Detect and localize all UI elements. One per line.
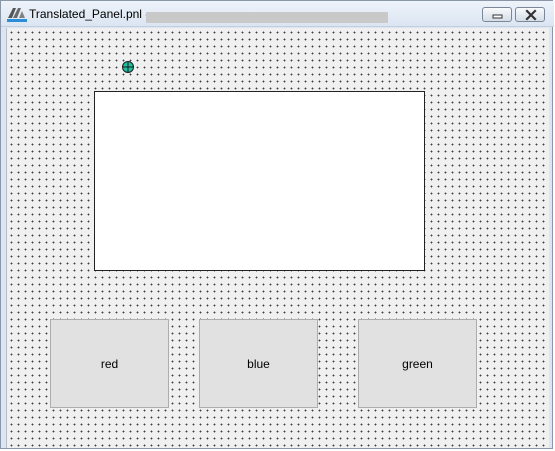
display-rectangle[interactable] — [94, 91, 425, 271]
blue-button[interactable]: blue — [199, 319, 318, 408]
red-button[interactable]: red — [50, 319, 169, 408]
window-title: Translated_Panel.pnl - — [29, 7, 150, 21]
app-logo-icon — [7, 8, 27, 22]
red-button-label: red — [100, 356, 119, 371]
minimize-button[interactable] — [482, 7, 512, 22]
redacted-title-text — [146, 12, 388, 23]
title-bar[interactable]: Translated_Panel.pnl - — [1, 1, 554, 27]
panel-editor-grid[interactable]: red blue green — [6, 28, 549, 448]
close-button[interactable] — [515, 7, 545, 22]
blue-button-label: blue — [247, 356, 270, 371]
minimize-icon — [492, 14, 503, 19]
application-window: Translated_Panel.pnl - red blue green — [0, 0, 554, 449]
green-button[interactable]: green — [358, 319, 477, 408]
origin-crosshair-icon[interactable] — [121, 60, 135, 74]
close-icon — [525, 9, 537, 21]
green-button-label: green — [402, 356, 433, 371]
